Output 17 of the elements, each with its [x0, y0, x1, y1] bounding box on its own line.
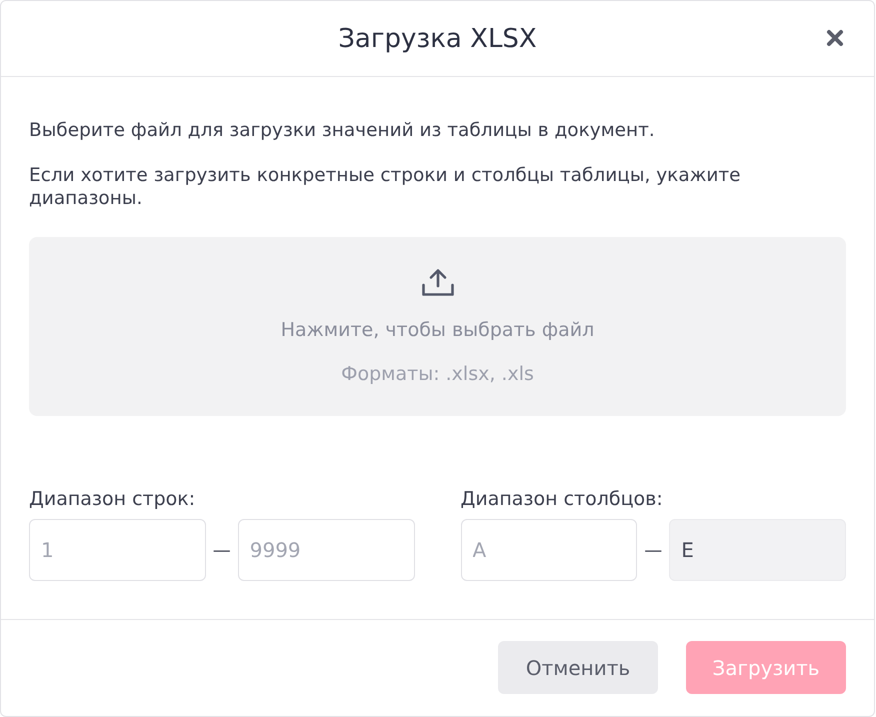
dialog-title: Загрузка XLSX [338, 22, 537, 56]
close-icon [826, 29, 844, 47]
input-field[interactable]: 9999 [238, 519, 414, 581]
range-dash: — [643, 538, 664, 562]
instruction-text: Если хотите загрузить конкретные строки и столбцы таблицы, укажите диапазоны. [29, 164, 742, 210]
instruction-text: Выберите файл для загрузки значений из таблицы в документ. [29, 119, 656, 142]
upload-icon [420, 268, 454, 297]
input-field[interactable]: 1 [29, 519, 206, 581]
range-label: Диапазон столбцов: [460, 487, 664, 511]
close-button[interactable] [824, 27, 846, 49]
cancel-button[interactable]: Отменить [498, 641, 658, 694]
range-label: Диапазон строк: [29, 487, 196, 511]
dropzone-formats: Форматы: .xlsx, .xls [341, 362, 534, 386]
file-dropzone[interactable]: Нажмите, чтобы выбрать файл Форматы: .xlsx, .xls [29, 237, 846, 416]
dropzone-prompt: Нажмите, чтобы выбрать файл [280, 318, 594, 342]
range-dash: — [212, 538, 232, 562]
input-field[interactable]: A [460, 519, 638, 581]
